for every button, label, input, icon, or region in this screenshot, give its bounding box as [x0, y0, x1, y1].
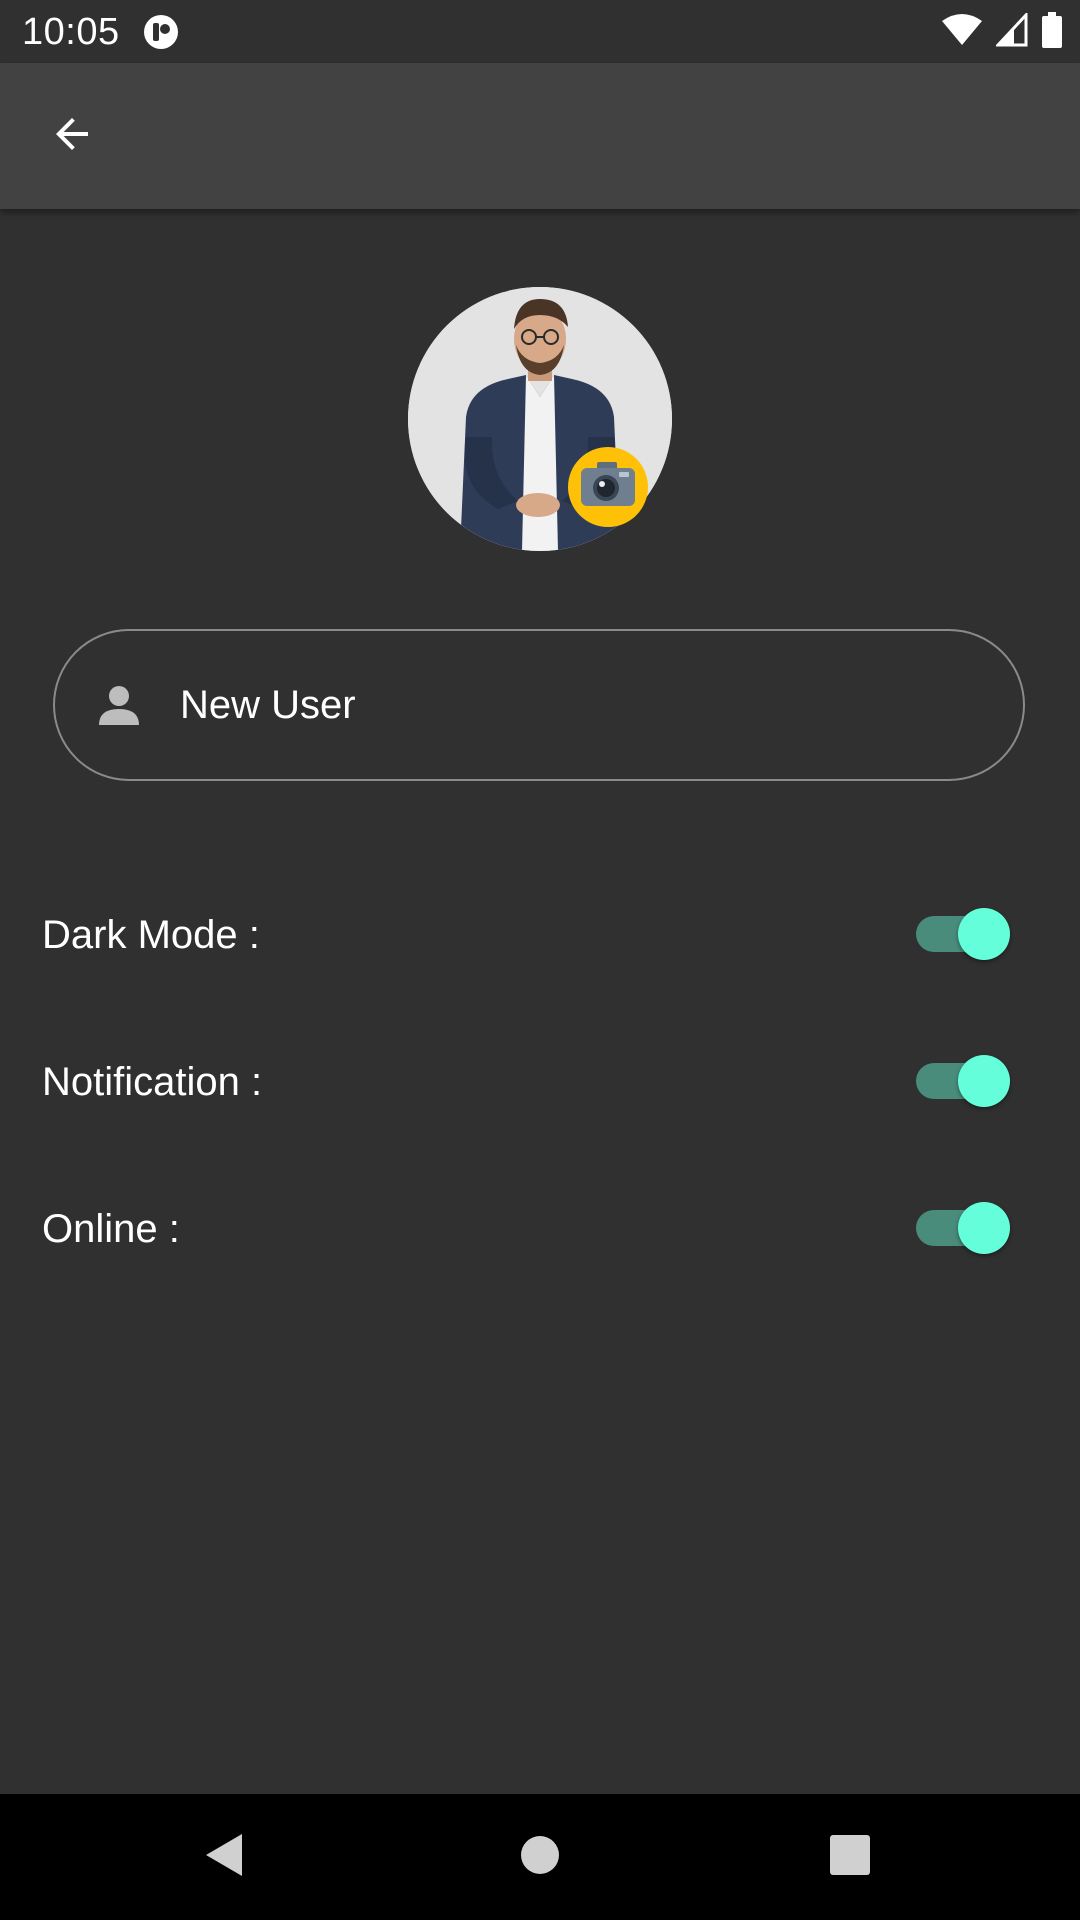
- back-button[interactable]: [36, 100, 108, 172]
- dark-mode-label: Dark Mode :: [42, 913, 260, 957]
- name-input[interactable]: [180, 681, 960, 729]
- notification-label: Notification :: [42, 1060, 263, 1104]
- dark-mode-toggle[interactable]: [916, 908, 1012, 960]
- home-circle-icon: [520, 1835, 560, 1880]
- online-toggle[interactable]: [916, 1202, 1012, 1254]
- nav-home-button[interactable]: [500, 1817, 580, 1897]
- setting-row-notification: Notification :: [0, 1031, 1080, 1131]
- wifi-icon: [942, 13, 982, 52]
- back-triangle-icon: [202, 1832, 246, 1883]
- avatar-container: [408, 287, 672, 551]
- toggle-thumb: [958, 1202, 1010, 1254]
- status-bar: 10:05: [0, 0, 1080, 63]
- nav-recents-button[interactable]: [810, 1817, 890, 1897]
- person-icon: [95, 681, 143, 729]
- app-bar: [0, 63, 1080, 209]
- online-label: Online :: [42, 1207, 180, 1251]
- change-photo-button[interactable]: [568, 447, 648, 527]
- camera-icon: [579, 461, 637, 513]
- setting-row-dark-mode: Dark Mode :: [0, 884, 1080, 984]
- settings-screen: 10:05 New User Dark Mode: Notification …: [0, 0, 1080, 1920]
- app-notification-icon: [142, 13, 180, 51]
- battery-icon: [1042, 11, 1062, 53]
- status-time: 10:05: [22, 11, 120, 53]
- nav-back-button[interactable]: [184, 1817, 264, 1897]
- notification-toggle[interactable]: [916, 1055, 1012, 1107]
- toggle-thumb: [958, 1055, 1010, 1107]
- system-nav-bar: [0, 1794, 1080, 1920]
- status-icons: [942, 10, 1062, 53]
- arrow-back-icon: [48, 110, 96, 163]
- toggle-thumb: [958, 908, 1010, 960]
- name-field[interactable]: [53, 629, 1025, 781]
- recents-square-icon: [830, 1834, 870, 1880]
- cellular-signal-icon: [994, 10, 1028, 52]
- setting-row-online: Online :: [0, 1178, 1080, 1278]
